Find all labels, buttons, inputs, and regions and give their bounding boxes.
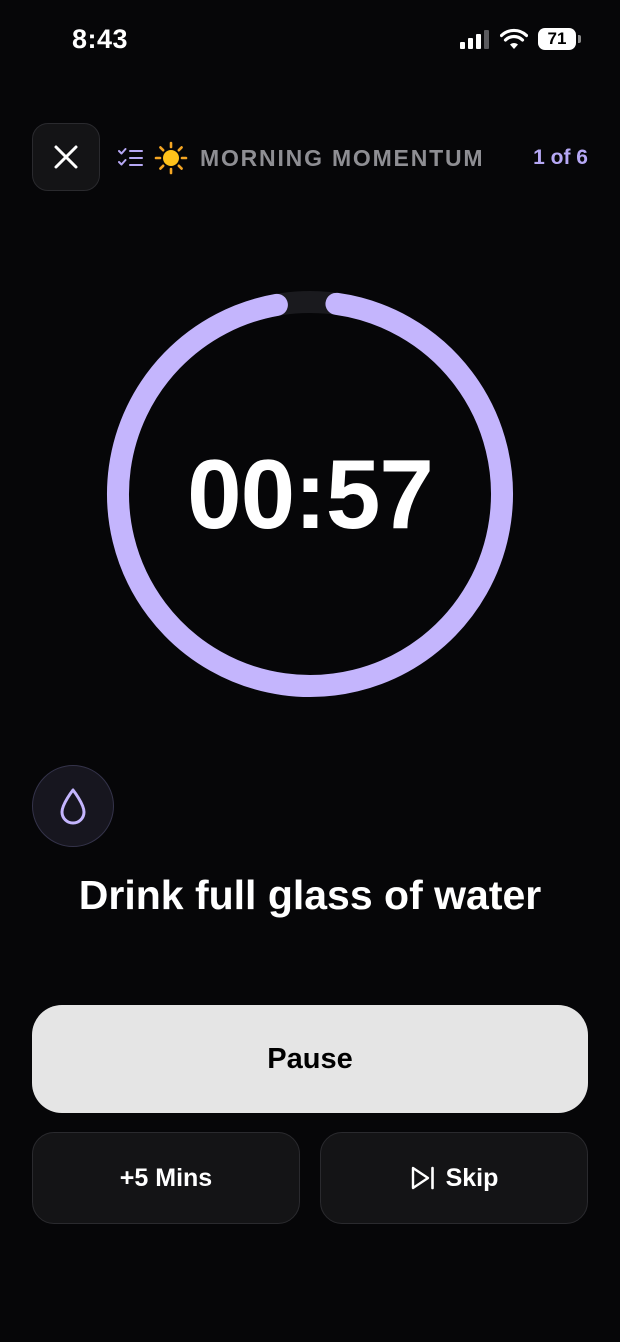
close-button[interactable] [32, 123, 100, 191]
skip-button[interactable]: Skip [320, 1132, 588, 1224]
close-icon [54, 145, 78, 169]
water-drop-icon [60, 788, 86, 825]
add-time-label: +5 Mins [119, 1163, 213, 1192]
battery-level: 71 [547, 29, 567, 48]
wifi-icon [500, 28, 528, 49]
sun-icon [154, 141, 188, 175]
skip-forward-icon [411, 1166, 434, 1190]
skip-label: Skip [445, 1163, 499, 1192]
checklist-icon [118, 145, 144, 171]
pause-button-label: Pause [267, 1042, 353, 1075]
battery-indicator: 71 [538, 28, 581, 50]
task-title: Drink full glass of water [78, 872, 542, 918]
task-icon-badge [32, 765, 114, 847]
status-time: 8:43 [72, 24, 129, 54]
timer-display: 00:57 [187, 438, 434, 549]
add-five-minutes-button[interactable]: +5 Mins [32, 1132, 300, 1224]
cellular-signal-icon [460, 30, 489, 49]
routine-header: MORNING MOMENTUM 1 of 6 [118, 138, 588, 178]
pause-button[interactable]: Pause [32, 1005, 588, 1113]
timer-screen: 8:43 71 MORNING MOMENTUM 1 of 6 00:57 Dr… [0, 0, 620, 1342]
routine-progress: 1 of 6 [533, 146, 588, 169]
status-indicators: 71 [460, 28, 581, 50]
routine-title: MORNING MOMENTUM [200, 144, 485, 171]
